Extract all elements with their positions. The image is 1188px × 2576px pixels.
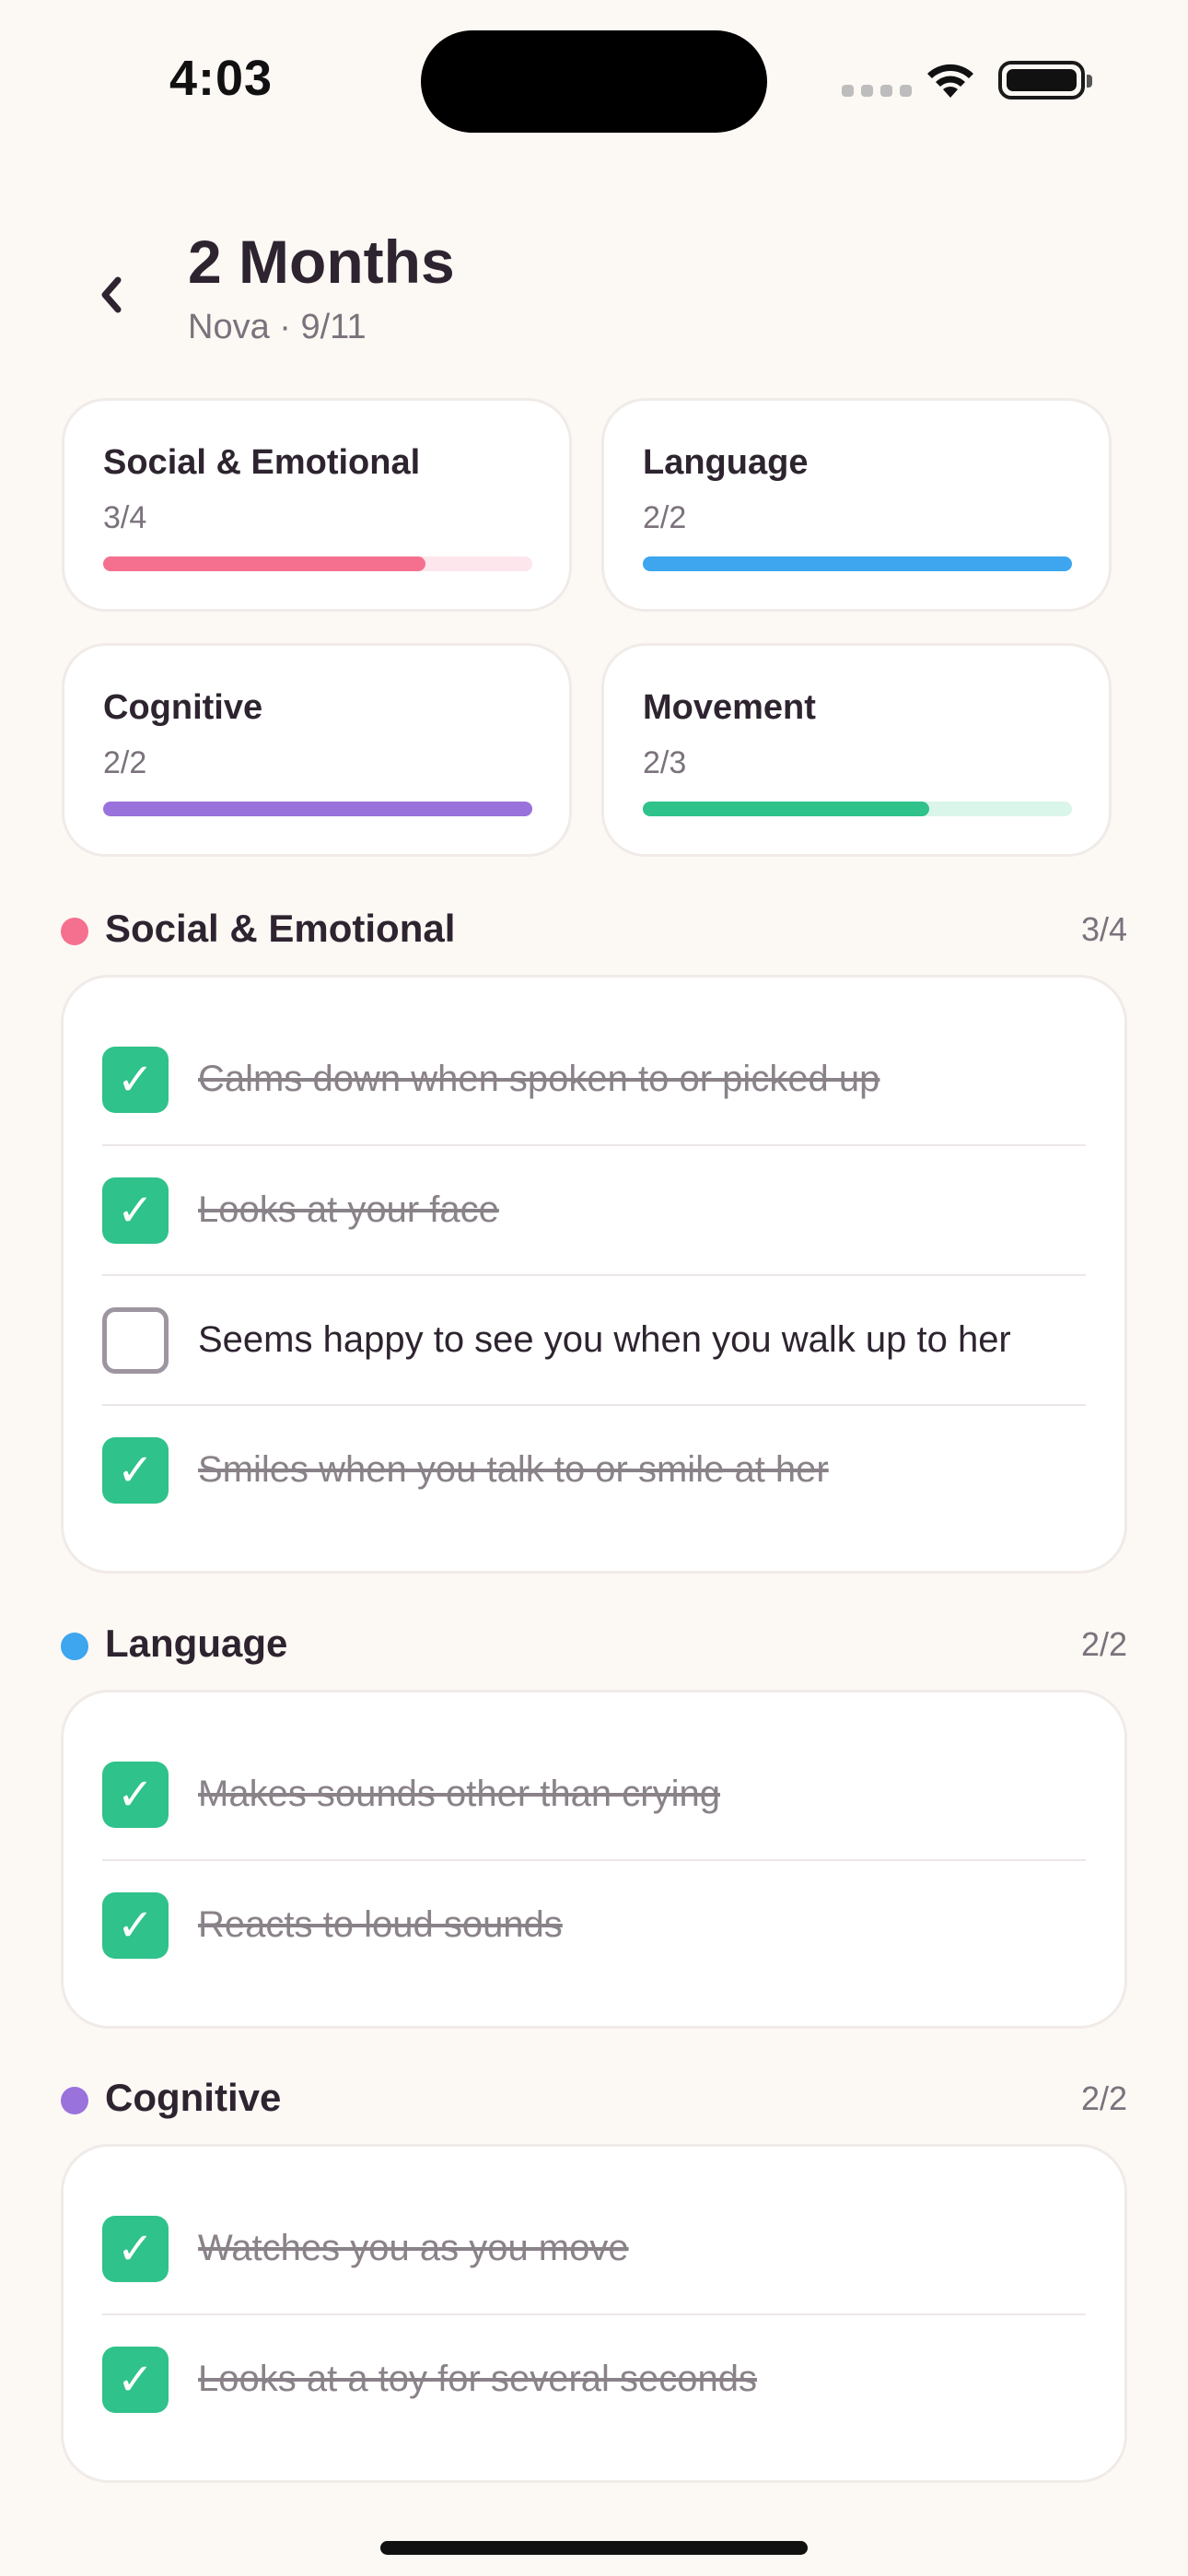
wifi-icon bbox=[927, 64, 973, 98]
card-title: Cognitive bbox=[103, 688, 263, 727]
checkbox-checked[interactable]: ✓ bbox=[102, 1046, 169, 1113]
section-color-dot bbox=[61, 2087, 88, 2114]
card-title: Social & Emotional bbox=[103, 443, 421, 482]
milestone-item[interactable]: ✓ Reacts to loud sounds bbox=[102, 1859, 1086, 1989]
section-color-dot bbox=[61, 1633, 88, 1660]
section-count: 2/2 bbox=[1080, 1625, 1127, 1663]
checkmark-icon: ✓ bbox=[116, 2353, 155, 2406]
milestone-item[interactable]: ✓ Looks at a toy for several seconds bbox=[102, 2313, 1086, 2443]
home-indicator[interactable] bbox=[380, 2541, 808, 2555]
checkmark-icon: ✓ bbox=[116, 1899, 155, 1951]
page-subtitle: Nova · 9/11 bbox=[188, 308, 367, 346]
card-count: 2/2 bbox=[103, 745, 147, 780]
checkmark-icon: ✓ bbox=[116, 1768, 155, 1821]
milestone-item[interactable]: ✓ Makes sounds other than crying bbox=[102, 1729, 1086, 1859]
milestone-text: Smiles when you talk to or smile at her bbox=[198, 1449, 829, 1490]
checkmark-icon: ✓ bbox=[116, 1444, 155, 1496]
milestone-text: Looks at a toy for several seconds bbox=[198, 2359, 757, 2399]
card-title: Language bbox=[643, 443, 809, 482]
progress-bar bbox=[103, 802, 532, 816]
status-time: 4:03 bbox=[169, 51, 274, 106]
progress-fill bbox=[103, 802, 532, 816]
section-title: Cognitive bbox=[105, 2076, 282, 2119]
checkbox-unchecked[interactable] bbox=[102, 1306, 169, 1374]
progress-fill bbox=[643, 556, 1072, 571]
checkbox-checked[interactable]: ✓ bbox=[102, 1761, 169, 1828]
dynamic-island bbox=[421, 30, 767, 133]
section-title: Language bbox=[105, 1622, 288, 1665]
milestone-list-social-emotional: ✓ Calms down when spoken to or picked up… bbox=[61, 975, 1127, 1574]
progress-bar bbox=[643, 556, 1072, 571]
card-title: Movement bbox=[643, 688, 816, 727]
milestone-item[interactable]: ✓ Smiles when you talk to or smile at he… bbox=[102, 1404, 1086, 1534]
milestone-item[interactable]: ✓ Looks at your face bbox=[102, 1144, 1086, 1274]
summary-card-cognitive[interactable]: Cognitive 2/2 bbox=[62, 643, 572, 857]
milestone-text: Looks at your face bbox=[198, 1189, 499, 1230]
progress-bar bbox=[643, 802, 1072, 816]
status-bar: 4:03 bbox=[0, 0, 1188, 157]
card-count: 3/4 bbox=[103, 500, 147, 535]
milestone-text: Calms down when spoken to or picked up bbox=[198, 1059, 880, 1099]
milestone-text: Watches you as you move bbox=[198, 2228, 629, 2268]
checkmark-icon: ✓ bbox=[116, 2222, 155, 2275]
chevron-left-icon bbox=[101, 276, 122, 313]
milestone-text: Makes sounds other than crying bbox=[198, 1774, 720, 1814]
section-color-dot bbox=[61, 918, 88, 945]
milestone-item[interactable]: Seems happy to see you when you walk up … bbox=[102, 1274, 1086, 1404]
milestone-text: Seems happy to see you when you walk up … bbox=[198, 1319, 1011, 1360]
checkbox-checked[interactable]: ✓ bbox=[102, 1436, 169, 1504]
summary-card-language[interactable]: Language 2/2 bbox=[601, 398, 1112, 612]
checkbox-checked[interactable]: ✓ bbox=[102, 1891, 169, 1959]
milestone-item[interactable]: ✓ Calms down when spoken to or picked up bbox=[102, 1014, 1086, 1144]
card-count: 2/3 bbox=[643, 745, 687, 780]
page-title: 2 Months bbox=[188, 228, 455, 296]
progress-fill bbox=[643, 802, 929, 816]
back-button[interactable] bbox=[88, 267, 134, 322]
checkbox-checked[interactable]: ✓ bbox=[102, 2346, 169, 2413]
card-count: 2/2 bbox=[643, 500, 687, 535]
cellular-signal-icon bbox=[842, 85, 912, 97]
checkbox-checked[interactable]: ✓ bbox=[102, 2215, 169, 2282]
section-title: Social & Emotional bbox=[105, 907, 456, 950]
checkmark-icon: ✓ bbox=[116, 1053, 155, 1106]
section-count: 2/2 bbox=[1080, 2079, 1127, 2117]
milestone-list-language: ✓ Makes sounds other than crying ✓ React… bbox=[61, 1690, 1127, 2029]
battery-icon bbox=[998, 61, 1092, 100]
milestone-item[interactable]: ✓ Watches you as you move bbox=[102, 2184, 1086, 2313]
checkbox-checked[interactable]: ✓ bbox=[102, 1177, 169, 1244]
summary-card-social-emotional[interactable]: Social & Emotional 3/4 bbox=[62, 398, 572, 612]
section-header-cognitive: Cognitive 2/2 bbox=[61, 2072, 1127, 2127]
section-header-language: Language 2/2 bbox=[61, 1618, 1127, 1673]
section-header-social-emotional: Social & Emotional 3/4 bbox=[61, 903, 1127, 958]
progress-fill bbox=[103, 556, 425, 571]
checkmark-icon: ✓ bbox=[116, 1184, 155, 1236]
summary-card-movement[interactable]: Movement 2/3 bbox=[601, 643, 1112, 857]
milestone-text: Reacts to loud sounds bbox=[198, 1904, 563, 1945]
progress-bar bbox=[103, 556, 532, 571]
milestone-list-cognitive: ✓ Watches you as you move ✓ Looks at a t… bbox=[61, 2144, 1127, 2483]
section-count: 3/4 bbox=[1080, 910, 1127, 948]
